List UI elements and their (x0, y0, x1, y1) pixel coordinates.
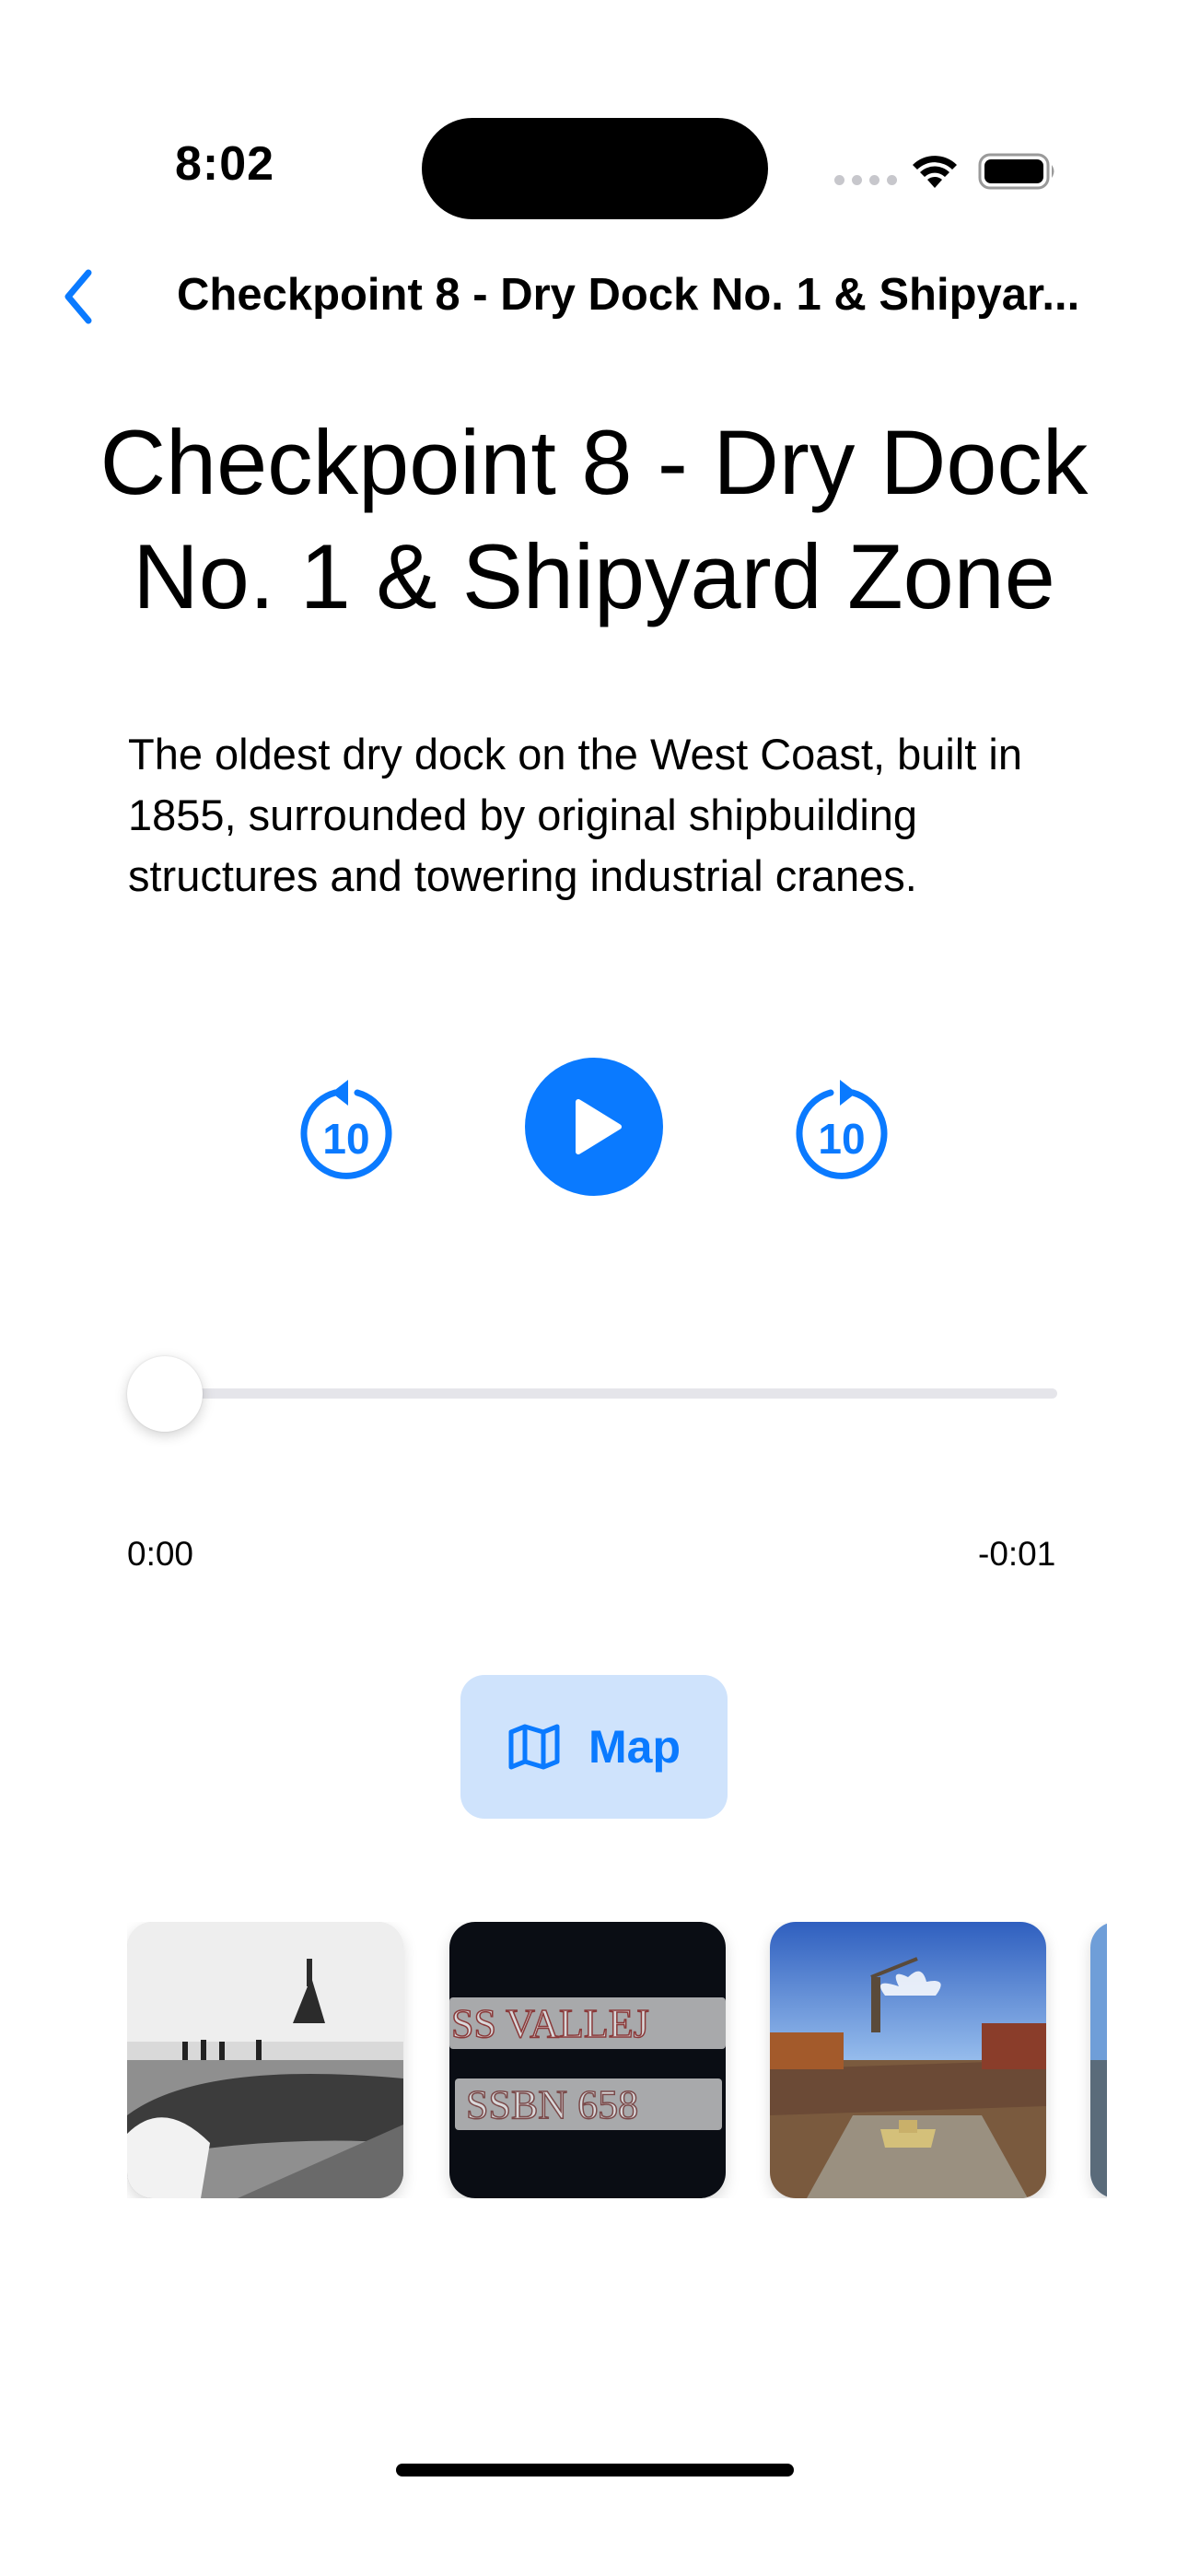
skip-forward-10-button[interactable]: 10 (792, 1074, 891, 1185)
elapsed-time: 0:00 (127, 1535, 194, 1573)
rewind-seconds-label: 10 (322, 1115, 369, 1163)
nav-title: Checkpoint 8 - Dry Dock No. 1 & Shipyar.… (177, 270, 1080, 320)
home-indicator (396, 2464, 794, 2476)
nameplate-line-1: SS VALLEJ (451, 2001, 649, 2046)
progress-thumb[interactable] (127, 1356, 203, 1432)
gallery-photo-4[interactable] (1090, 1922, 1107, 2198)
forward-10-icon: 10 (796, 1080, 888, 1179)
gallery-photo-nameplate[interactable]: SS VALLEJ SSBN 658 (449, 1922, 726, 2198)
page-title: Checkpoint 8 - Dry Dock No. 1 & Shipyard… (99, 411, 1089, 627)
battery-icon (978, 153, 1054, 190)
gallery-photo-submarine[interactable] (127, 1922, 403, 2198)
skip-back-10-button[interactable]: 10 (297, 1074, 396, 1185)
status-time: 8:02 (175, 137, 275, 191)
map-button[interactable]: Map (460, 1675, 728, 1819)
chevron-left-icon[interactable] (61, 267, 98, 326)
rewind-10-icon: 10 (300, 1080, 392, 1179)
cellular-signal-icon (834, 175, 897, 185)
photo-gallery[interactable]: SS VALLEJ SSBN 658 (127, 1922, 1107, 2198)
remaining-time: -0:01 (978, 1535, 1056, 1573)
play-icon (576, 1099, 622, 1154)
forward-seconds-label: 10 (818, 1115, 865, 1163)
nameplate-line-2: SSBN 658 (466, 2082, 638, 2127)
dynamic-island (422, 118, 768, 219)
progress-track[interactable] (164, 1388, 1057, 1399)
map-button-label: Map (588, 1721, 681, 1773)
map-icon (508, 1724, 560, 1770)
play-button[interactable] (525, 1058, 663, 1196)
checkpoint-description: The oldest dry dock on the West Coast, b… (128, 730, 1022, 900)
wifi-icon (913, 156, 957, 188)
gallery-photo-dry-dock[interactable] (770, 1922, 1046, 2198)
